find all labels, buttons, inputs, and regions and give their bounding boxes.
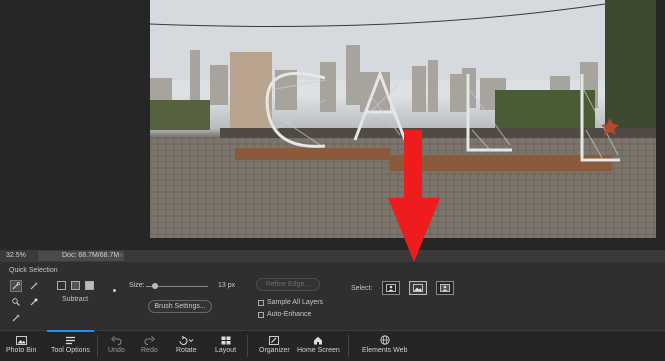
globe-icon — [380, 333, 390, 347]
subject-icon — [386, 284, 396, 292]
tool-options-panel: Quick Selection Subtract Size: 13 px Bru… — [0, 262, 665, 330]
taskbar-divider — [247, 335, 248, 357]
photo-bin-button[interactable]: Photo Bin — [6, 333, 36, 354]
rotate-icon — [178, 333, 194, 347]
home-screen-label: Home Screen — [297, 347, 340, 354]
redo-button[interactable]: Redo — [141, 333, 158, 354]
photo-bin-icon — [15, 333, 27, 347]
redo-label: Redo — [141, 347, 158, 354]
status-menu-arrow-icon[interactable]: › — [120, 252, 122, 259]
auto-enhance-checkbox[interactable] — [258, 312, 264, 318]
sample-all-layers-checkbox[interactable] — [258, 300, 264, 306]
layout-icon — [221, 333, 231, 347]
layout-label: Layout — [215, 347, 237, 354]
taskbar-divider — [348, 335, 349, 357]
new-selection-mode-icon[interactable] — [57, 281, 66, 290]
tool-options-icon — [65, 333, 76, 347]
subtract-from-selection-mode-icon[interactable] — [85, 281, 94, 290]
layout-button[interactable]: Layout — [215, 333, 236, 354]
document-size: Doc: 68.7M/68.7M — [38, 251, 124, 261]
size-label: Size: — [129, 282, 145, 289]
select-label: Select: — [351, 285, 373, 292]
red-annotation-arrow-icon — [388, 130, 440, 262]
bottom-taskbar: Photo Bin Tool Options Undo Redo Rotate … — [0, 330, 665, 361]
undo-button[interactable]: Undo — [108, 333, 125, 354]
photo-bin-label: Photo Bin — [6, 347, 37, 354]
size-value: 13 px — [218, 282, 236, 289]
tool-options-button[interactable]: Tool Options — [47, 330, 94, 354]
home-icon — [313, 333, 323, 347]
mode-label: Subtract — [62, 296, 89, 303]
tool-title: Quick Selection — [9, 267, 58, 274]
home-screen-button[interactable]: Home Screen — [297, 333, 340, 354]
organizer-label: Organizer — [259, 347, 290, 354]
zoom-level[interactable]: 32.5% — [6, 252, 26, 259]
sky-icon — [413, 284, 423, 292]
auto-enhance-label: Auto-Enhance — [267, 311, 312, 318]
rotate-button[interactable]: Rotate — [176, 333, 197, 354]
quick-selection-tool-icon[interactable] — [10, 280, 22, 292]
refine-edge-button[interactable]: Refine Edge... — [256, 278, 320, 291]
rotate-label: Rotate — [176, 347, 197, 354]
background-icon — [440, 284, 450, 292]
magic-wand-tool-icon[interactable] — [28, 280, 40, 292]
select-background-button[interactable] — [436, 281, 454, 295]
selection-brush-tool-icon[interactable] — [10, 296, 22, 308]
tool-options-label: Tool Options — [51, 347, 90, 354]
organizer-icon — [269, 333, 280, 347]
refine-selection-brush-icon[interactable] — [28, 296, 40, 308]
brush-settings-button[interactable]: Brush Settings... — [148, 300, 212, 313]
undo-icon — [110, 333, 122, 347]
brush-preview — [113, 289, 116, 292]
redo-icon — [144, 333, 155, 347]
size-slider-knob[interactable] — [152, 283, 159, 289]
status-bar: 32.5% Doc: 68.7M/68.7M › — [0, 250, 665, 262]
select-sky-button[interactable] — [409, 281, 427, 295]
auto-selection-tool-icon[interactable] — [10, 312, 22, 324]
select-subject-button[interactable] — [382, 281, 400, 295]
canvas-area — [0, 0, 665, 250]
organizer-button[interactable]: Organizer — [259, 333, 290, 354]
taskbar-divider — [97, 335, 98, 357]
elements-web-label: Elements Web — [362, 347, 408, 354]
undo-label: Undo — [108, 347, 125, 354]
add-to-selection-mode-icon[interactable] — [71, 281, 80, 290]
elements-web-button[interactable]: Elements Web — [362, 333, 407, 354]
sample-all-layers-label: Sample All Layers — [267, 299, 324, 306]
